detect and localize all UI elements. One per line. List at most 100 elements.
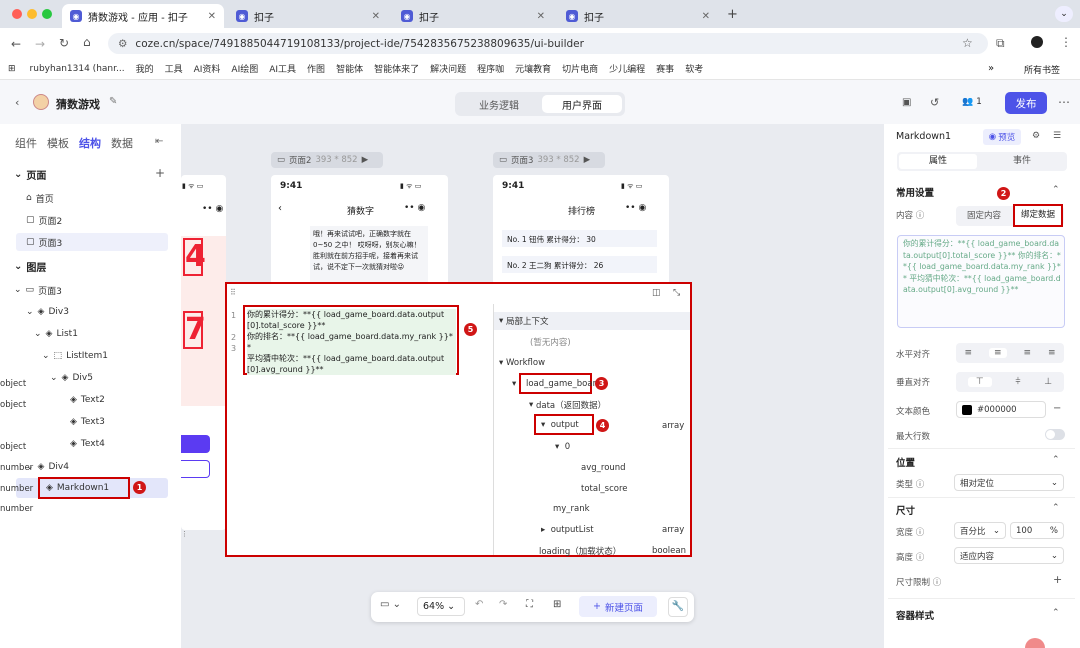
collaborators-icon[interactable]: 👥 1: [962, 97, 982, 107]
play-icon[interactable]: ▶: [362, 155, 369, 165]
assistant-mascot-icon[interactable]: [1025, 638, 1045, 648]
chevron-up-icon[interactable]: ⌃: [1052, 455, 1060, 465]
local-context-header[interactable]: ▾ 局部上下文: [499, 310, 549, 331]
bookmark-star-icon[interactable]: ☆: [962, 36, 973, 50]
list-icon[interactable]: ☰: [1053, 131, 1061, 141]
page2-label[interactable]: ▭ 页面2 393 * 852 ▶: [271, 152, 383, 168]
bookmark-item[interactable]: 工具: [165, 62, 183, 75]
bookmark-item[interactable]: 程序咖: [477, 62, 504, 75]
add-limit-icon[interactable]: +: [1053, 573, 1062, 586]
resources-icon[interactable]: ▣: [902, 97, 911, 108]
grid-icon[interactable]: ⊞: [553, 599, 561, 610]
tab-events[interactable]: 事件: [983, 154, 1061, 169]
tab-components[interactable]: 组件: [15, 135, 37, 151]
bookmark-item[interactable]: 少儿编程: [609, 62, 645, 75]
undo-icon[interactable]: ↶: [475, 599, 483, 610]
align-justify-icon[interactable]: ≡: [1048, 348, 1056, 358]
align-middle-icon[interactable]: ⫩: [1015, 377, 1020, 387]
back-arrow-icon[interactable]: ←: [11, 37, 21, 51]
bookmark-item[interactable]: 切片电商: [562, 62, 598, 75]
bookmark-item[interactable]: AI绘图: [231, 62, 258, 75]
add-page-icon[interactable]: +: [155, 166, 165, 180]
fit-screen-icon[interactable]: ⛶: [526, 599, 533, 610]
close-tab-icon[interactable]: ✕: [702, 11, 710, 22]
chevron-up-icon[interactable]: ⌃: [1052, 503, 1060, 513]
bookmark-item[interactable]: 解决问题: [430, 62, 466, 75]
collapse-icon[interactable]: ⤡: [673, 288, 680, 298]
height-select[interactable]: 适应内容 ⌄: [954, 547, 1064, 564]
redo-icon[interactable]: ↷: [499, 599, 507, 610]
layer-item[interactable]: ◈ Text2: [70, 391, 105, 409]
var-node-avg-round[interactable]: avg_round: [581, 457, 626, 478]
align-left-icon[interactable]: ≡: [964, 348, 972, 358]
maximize-window-button[interactable]: [42, 9, 52, 19]
layer-item[interactable]: ◈ Text3: [70, 413, 105, 431]
layer-item-markdown1[interactable]: ◈ Markdown1: [38, 477, 130, 499]
bookmark-item[interactable]: AI工具: [269, 62, 296, 75]
fixed-content-button[interactable]: 固定内容: [960, 208, 1008, 224]
preview-button[interactable]: ◉ 预览: [983, 129, 1021, 145]
var-node-output-list[interactable]: ▸ outputList: [541, 519, 594, 540]
tab-structure[interactable]: 结构: [79, 135, 101, 151]
align-center-icon[interactable]: ≡: [988, 348, 1007, 358]
page-item-2[interactable]: ▢ 页面2: [26, 211, 62, 229]
collapse-panel-icon[interactable]: ⇤: [155, 136, 163, 147]
browser-tab-4[interactable]: ◉ 扣子 ✕: [558, 4, 718, 28]
split-view-icon[interactable]: ◫: [652, 288, 661, 298]
bookmark-item[interactable]: rubyhan1314 (hanr...: [30, 64, 125, 74]
close-tab-icon[interactable]: ✕: [208, 11, 216, 22]
var-node-total-score[interactable]: total_score: [581, 478, 628, 499]
close-tab-icon[interactable]: ✕: [537, 11, 545, 22]
drag-handle-icon[interactable]: ⠿: [230, 288, 236, 297]
pages-section-header[interactable]: ⌄ 页面: [14, 165, 46, 183]
bookmark-item[interactable]: 智能体: [336, 62, 363, 75]
chevron-up-icon[interactable]: ⌃: [1052, 608, 1060, 618]
layer-item[interactable]: ⌄ ◈ List1: [34, 325, 78, 343]
align-right-icon[interactable]: ≡: [1023, 348, 1031, 358]
bookmark-item[interactable]: 元壤教育: [515, 62, 551, 75]
edit-icon[interactable]: ✎: [109, 96, 117, 107]
bookmark-item[interactable]: 我的: [136, 62, 154, 75]
bookmark-item[interactable]: 赛事: [656, 62, 674, 75]
layer-item[interactable]: ⌄ ⬚ ListItem1: [42, 347, 108, 365]
close-tab-icon[interactable]: ✕: [372, 11, 380, 22]
position-type-select[interactable]: 相对定位 ⌄: [954, 474, 1064, 491]
var-node-box[interactable]: load_game_boar: [519, 373, 596, 394]
bookmarks-more-button[interactable]: »: [988, 63, 995, 74]
chevron-up-icon[interactable]: ⌃: [1052, 185, 1060, 195]
all-bookmarks-button[interactable]: 所有书签: [1022, 63, 1080, 76]
code-editor[interactable]: 你的累计得分：**{{ load_game_board.data.output[…: [247, 309, 456, 375]
history-icon[interactable]: ↺: [930, 96, 939, 109]
bookmark-item[interactable]: 智能体来了: [374, 62, 419, 75]
page3-label[interactable]: ▭ 页面3 393 * 852 ▶: [493, 152, 605, 168]
workflow-header[interactable]: ▾ Workflow: [499, 352, 545, 373]
browser-tab-3[interactable]: ◉ 扣子 ✕: [393, 4, 553, 28]
play-icon[interactable]: ▶: [584, 155, 591, 165]
site-settings-icon[interactable]: ⚙: [118, 38, 127, 50]
layer-item[interactable]: ⌄ ◈ Div3: [26, 303, 69, 321]
browser-tab-1[interactable]: ◉ 猜数游戏 - 应用 - 扣子 ✕: [62, 4, 224, 28]
device-select[interactable]: ▭ ⌄: [380, 599, 401, 610]
width-input[interactable]: 100%: [1010, 522, 1064, 539]
browser-tab-2[interactable]: ◉ 扣子 ✕: [228, 4, 388, 28]
zoom-select[interactable]: 64% ⌄: [417, 597, 465, 616]
apps-grid-icon[interactable]: ⊞: [8, 64, 16, 74]
more-menu-icon[interactable]: ⋯: [1058, 95, 1070, 109]
tab-data[interactable]: 数据: [111, 135, 133, 151]
minimize-window-button[interactable]: [27, 9, 37, 19]
align-bottom-icon[interactable]: ⊥: [1044, 377, 1052, 387]
tab-properties[interactable]: 属性: [899, 154, 977, 169]
back-chevron-icon[interactable]: ‹: [15, 96, 19, 109]
var-node-loading[interactable]: loading（加载状态）: [539, 540, 621, 561]
reload-icon[interactable]: ↻: [59, 36, 69, 50]
tools-icon[interactable]: 🔧: [668, 597, 688, 617]
bookmark-item[interactable]: 作图: [307, 62, 325, 75]
bookmark-item[interactable]: AI资料: [194, 62, 221, 75]
tab-user-interface[interactable]: 用户界面: [542, 95, 622, 113]
tab-list-chevron-icon[interactable]: ⌄: [1055, 6, 1073, 22]
align-top-icon[interactable]: ⊤: [967, 377, 992, 387]
width-unit-select[interactable]: 百分比 ⌄: [954, 522, 1006, 539]
new-tab-button[interactable]: +: [727, 7, 738, 22]
var-node-output[interactable]: ▾ output: [534, 414, 594, 435]
tab-templates[interactable]: 模板: [47, 135, 69, 151]
